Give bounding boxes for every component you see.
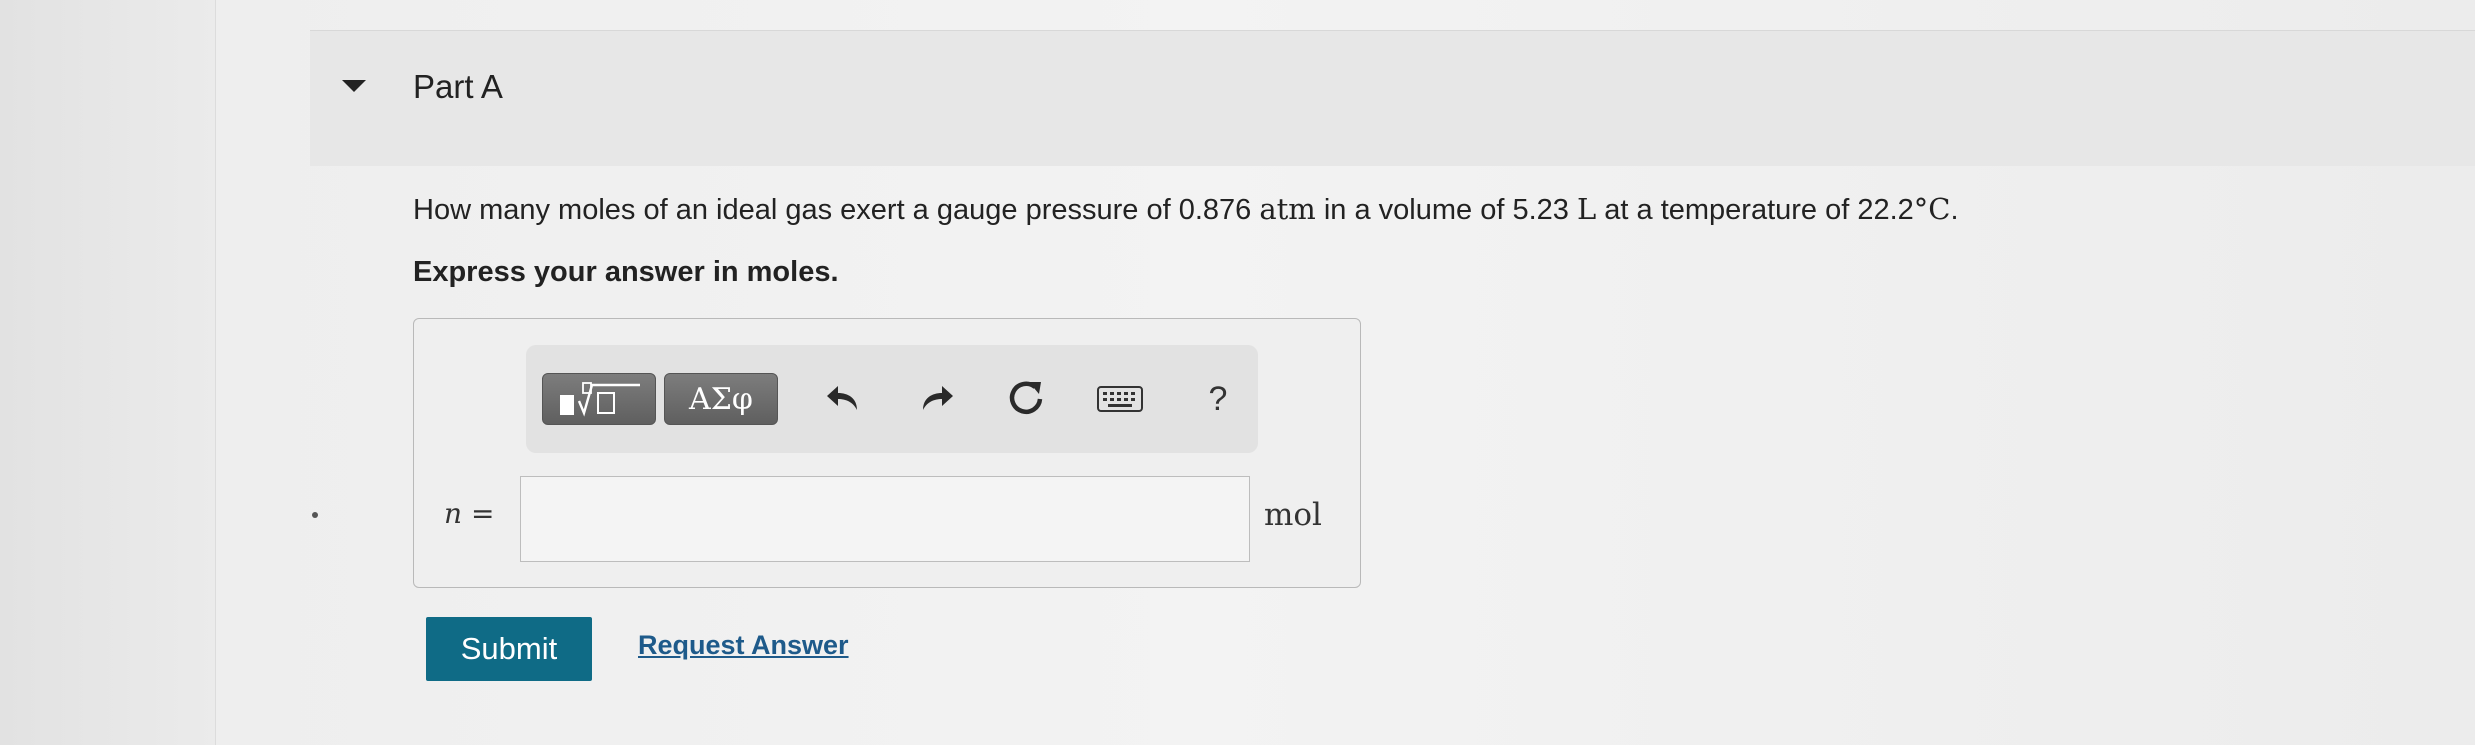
templates-icon <box>560 382 640 417</box>
answer-input[interactable] <box>520 476 1250 562</box>
reset-icon <box>1009 381 1043 414</box>
redo-icon <box>923 386 953 410</box>
part-header-bar[interactable] <box>310 30 2475 166</box>
submit-button[interactable]: Submit <box>426 617 592 681</box>
answer-instruction: Express your answer in moles. <box>413 256 839 288</box>
variable-name: n <box>444 497 463 530</box>
left-margin <box>0 0 216 745</box>
math-toolbar: ΑΣφ ? <box>526 345 1258 453</box>
question-text-part-4: . <box>1950 194 1959 226</box>
reset-button[interactable] <box>998 373 1054 425</box>
page: Part A How many moles of an ideal gas ex… <box>0 0 2475 745</box>
collapse-caret-icon[interactable] <box>342 80 366 92</box>
margin-dot <box>312 512 318 518</box>
question-text-part-3: at a temperature of 22.2 <box>1596 194 1914 226</box>
unit-label: mol <box>1264 497 1322 533</box>
question-text-part-2: in a volume of 5.23 <box>1315 194 1577 226</box>
templates-button[interactable] <box>542 373 656 425</box>
keyboard-icon <box>1097 386 1143 412</box>
question-text: How many moles of an ideal gas exert a g… <box>413 192 1959 227</box>
redo-button[interactable] <box>908 373 964 425</box>
variable-label: n = <box>444 497 494 530</box>
greek-symbols-button[interactable]: ΑΣφ <box>664 373 778 425</box>
undo-icon <box>827 386 857 410</box>
undo-button[interactable] <box>816 373 872 425</box>
keyboard-button[interactable] <box>1092 373 1148 425</box>
answer-box: ΑΣφ ? n = mol <box>413 318 1361 588</box>
temperature-unit: °C <box>1913 192 1951 226</box>
volume-unit: L <box>1576 192 1597 226</box>
help-button[interactable]: ? <box>1190 373 1246 425</box>
question-text-part-1: How many moles of an ideal gas exert a g… <box>413 194 1260 226</box>
part-title: Part A <box>413 68 503 105</box>
pressure-unit: atm <box>1259 192 1316 226</box>
equals-sign: = <box>462 497 495 530</box>
request-answer-link[interactable]: Request Answer <box>638 630 849 661</box>
